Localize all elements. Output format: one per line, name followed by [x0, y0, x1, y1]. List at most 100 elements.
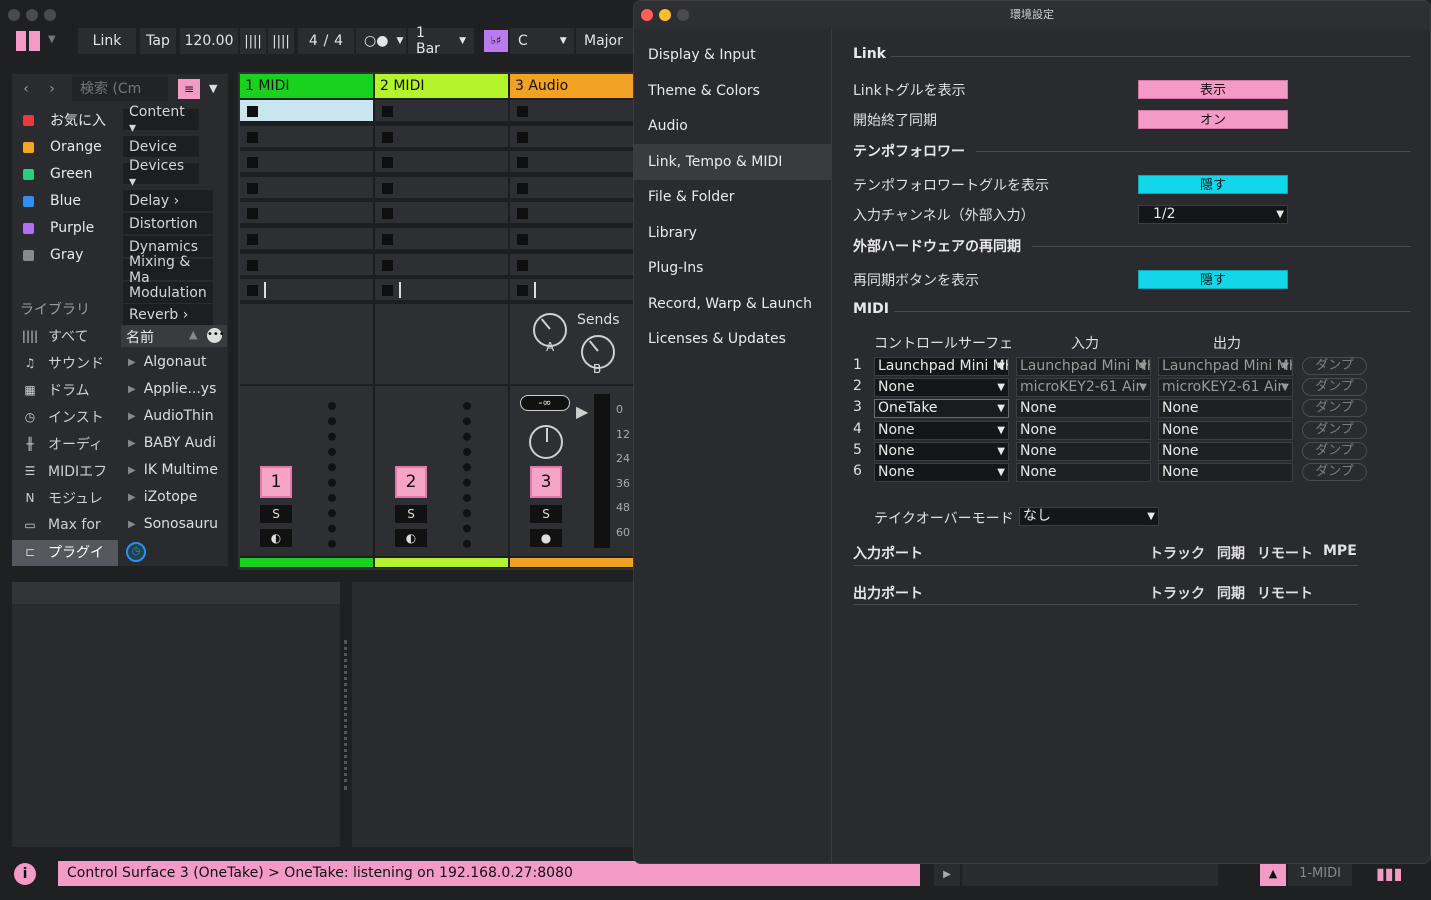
collection-item[interactable]: Green — [23, 163, 92, 185]
midi-input-select[interactable]: None — [1016, 463, 1151, 482]
midi-input-select[interactable]: None — [1016, 399, 1151, 419]
dump-button[interactable]: ダンプ — [1302, 357, 1367, 375]
info-icon[interactable]: i — [14, 863, 36, 885]
library-item[interactable]: ◷ インスト — [20, 407, 104, 427]
browser-list-item[interactable]: ▶ iZotope — [128, 487, 220, 507]
clip-slot[interactable] — [240, 100, 373, 122]
clip-slot[interactable] — [375, 176, 508, 199]
browser-list-item[interactable]: ▶ Algonaut — [128, 352, 220, 372]
sort-icon[interactable]: ▲ — [189, 328, 197, 341]
scale-mode-icon[interactable]: ♭♯ — [484, 30, 508, 52]
track-2-activator[interactable]: 2 — [395, 466, 427, 498]
library-item[interactable]: ⊏ プラグイ — [20, 542, 104, 562]
filter-tag[interactable]: Mixing & Ma — [123, 254, 213, 286]
library-item[interactable]: ╫ オーディ — [20, 434, 103, 454]
resync-button-select[interactable]: 隠す — [1138, 270, 1288, 289]
link-button[interactable]: Link — [78, 28, 136, 54]
clip-slot[interactable] — [240, 202, 373, 225]
preferences-nav-item[interactable]: Display & Input — [634, 37, 832, 73]
clip-slot[interactable] — [510, 279, 636, 302]
preferences-nav-item[interactable]: Audio — [634, 108, 832, 144]
track-title[interactable]: 2 MIDI — [375, 74, 508, 98]
library-item[interactable]: ☰ MIDIエフ — [20, 461, 108, 481]
browser-list-item[interactable]: ▶ AudioThin — [128, 406, 220, 426]
browser-list-item[interactable]: ▶ BABY Audi — [128, 433, 220, 453]
track-3-activator[interactable]: 3 — [530, 466, 562, 498]
plugin-manager-icon[interactable]: ◷ — [126, 542, 146, 562]
clip-slot[interactable] — [375, 125, 508, 148]
control-surface-select[interactable]: None ▼ — [874, 378, 1009, 398]
track-1-activator[interactable]: 1 — [260, 466, 292, 498]
collection-item[interactable]: Gray — [23, 244, 83, 266]
control-surface-select[interactable]: None ▼ — [874, 420, 1009, 440]
clip-slot[interactable] — [375, 202, 508, 225]
metronome-button[interactable]: ○● ▼ — [356, 28, 406, 54]
more-icon[interactable]: ••• — [207, 328, 225, 343]
clip-slot[interactable] — [510, 125, 636, 148]
track-1-monitor-icon[interactable]: ◐ — [260, 529, 292, 547]
zoom-button[interactable] — [677, 9, 689, 21]
key-select[interactable]: C ▼ — [510, 28, 574, 54]
track-title[interactable]: 3 Audio — [510, 74, 636, 98]
midi-input-select[interactable]: None — [1016, 420, 1151, 440]
filter-tag[interactable]: Reverb › — [123, 304, 213, 325]
volume-fader-handle[interactable]: ▶ — [576, 402, 588, 421]
preferences-nav-item[interactable]: Theme & Colors — [634, 73, 832, 109]
minimize-button[interactable] — [659, 9, 671, 21]
control-surface-select[interactable]: None ▼ — [874, 463, 1009, 482]
tempo-field[interactable]: 120.00 — [180, 28, 238, 54]
preferences-nav-item[interactable]: File & Folder — [634, 179, 832, 215]
show-tf-toggle-button[interactable]: 隠す — [1138, 175, 1288, 194]
minimize-window-button[interactable] — [26, 9, 38, 21]
clip-slot[interactable] — [240, 125, 373, 148]
clip-slot[interactable] — [240, 151, 373, 174]
clip-slot[interactable] — [240, 279, 373, 302]
track-3-solo-button[interactable]: S — [530, 505, 562, 523]
midi-input-select[interactable]: Launchpad Mini MK3 ▼ — [1016, 357, 1151, 376]
midi-output-select[interactable]: microKEY2-61 Air ▼ — [1158, 378, 1293, 398]
browser-list-item[interactable]: ▶ Sonosauru — [128, 514, 220, 534]
volume-display[interactable]: -∞ — [520, 395, 570, 411]
chevron-down-icon[interactable]: ▼ — [209, 82, 217, 95]
close-window-button[interactable] — [8, 9, 20, 21]
browser-list-item[interactable]: ▶ Applie...ys — [128, 379, 220, 399]
nudge-down-icon[interactable]: |||| — [240, 28, 266, 54]
clip-slot[interactable] — [510, 176, 636, 199]
list-header[interactable]: 名前 ▲ ••• — [121, 325, 227, 347]
clip-slot[interactable] — [510, 100, 636, 122]
library-item[interactable]: ▭ Max for — [20, 515, 100, 535]
dump-button[interactable]: ダンプ — [1302, 399, 1367, 418]
filter-tag[interactable]: Delay › — [123, 190, 213, 211]
track-select-icon[interactable]: ▲ — [1260, 862, 1286, 886]
preferences-nav-item[interactable]: Library — [634, 215, 832, 251]
takeover-mode-select[interactable]: なし ▼ — [1019, 507, 1159, 526]
start-stop-sync-button[interactable]: オン — [1138, 110, 1288, 129]
chevron-down-icon[interactable]: ▼ — [48, 34, 56, 45]
clip-slot[interactable] — [510, 202, 636, 225]
clip-slot[interactable] — [240, 253, 373, 276]
library-item[interactable]: ▦ ドラム — [20, 380, 89, 400]
midi-input-select[interactable]: None — [1016, 441, 1151, 461]
dump-button[interactable]: ダンプ — [1302, 378, 1367, 397]
volume-fader[interactable] — [594, 394, 610, 548]
track-3-arm-icon[interactable]: ● — [530, 529, 562, 547]
input-channel-select[interactable]: 1/2 ▼ — [1138, 205, 1288, 224]
clip-slot[interactable] — [510, 151, 636, 174]
track-2-solo-button[interactable]: S — [395, 505, 427, 523]
filter-tag[interactable]: Content ▾ — [123, 104, 199, 136]
collection-item[interactable]: お気に入 — [23, 109, 106, 131]
midi-output-select[interactable]: Launchpad Mini MK3 ▼ — [1158, 357, 1293, 376]
preferences-nav-item[interactable]: Record, Warp & Launch — [634, 286, 832, 322]
midi-input-select[interactable]: microKEY2-61 Air ▼ — [1016, 378, 1151, 398]
midi-output-select[interactable]: None — [1158, 463, 1293, 482]
dump-button[interactable]: ダンプ — [1302, 441, 1367, 460]
clip-slot[interactable] — [375, 151, 508, 174]
clip-slot[interactable] — [375, 279, 508, 302]
play-icon[interactable]: ▶ — [934, 864, 960, 886]
clip-slot[interactable] — [510, 228, 636, 250]
collection-item[interactable]: Purple — [23, 217, 94, 239]
filter-icon[interactable]: ≡ — [178, 79, 200, 99]
track-title[interactable]: 1 MIDI — [240, 74, 373, 98]
filter-tag[interactable]: Distortion — [123, 213, 213, 234]
filter-tag[interactable]: Modulation — [123, 282, 213, 303]
